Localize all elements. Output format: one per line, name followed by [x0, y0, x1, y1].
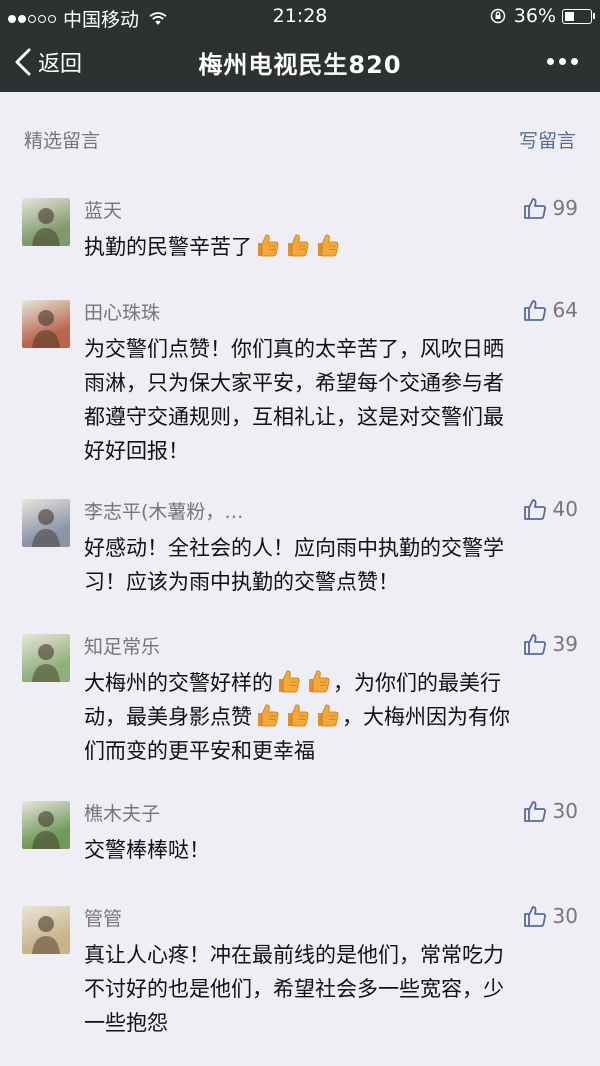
avatar-person-icon: [32, 310, 60, 348]
like-count: 39: [552, 632, 578, 656]
like-count: 99: [552, 196, 578, 220]
status-bar: 中国移动 21:28 36%: [0, 0, 600, 32]
thumbs-up-emoji-icon: [318, 704, 339, 727]
like-button[interactable]: 40: [523, 497, 578, 521]
thumbs-up-emoji-icon: [258, 704, 279, 727]
avatar[interactable]: [22, 634, 70, 682]
comment-text: 执勤的民警辛苦了: [84, 230, 584, 264]
avatar[interactable]: [22, 499, 70, 547]
more-dot-icon: [547, 58, 554, 65]
comment-text: 为交警们点赞！你们真的太辛苦了，风吹日晒 雨淋，只为保大家平安，希望每个交通参与…: [84, 332, 584, 468]
more-dot-icon: [559, 58, 566, 65]
avatar-person-icon: [32, 208, 60, 246]
thumbs-up-outline-icon: [523, 300, 546, 321]
avatar[interactable]: [22, 801, 70, 849]
comment-text-body: 执勤的民警辛苦了: [84, 235, 252, 259]
comment-text: 真让人心疼！冲在最前线的是他们，常常吃力 不讨好的也是他们，希望社会多一些宽容，…: [84, 938, 584, 1040]
like-button[interactable]: 30: [523, 799, 578, 823]
rotation-lock-icon: [490, 8, 506, 24]
avatar[interactable]: [22, 906, 70, 954]
avatar-person-icon: [32, 644, 60, 682]
thumbs-up-emoji-icon: [318, 234, 339, 257]
comments-header: 精选留言 写留言: [24, 126, 576, 153]
commenter-name: 田心珠珠: [84, 302, 161, 324]
commenter-name: 知足常乐: [84, 636, 161, 658]
like-count: 40: [552, 497, 578, 521]
avatar-person-icon: [32, 916, 60, 954]
thumbs-up-outline-icon: [523, 634, 546, 655]
thumbs-up-outline-icon: [523, 801, 546, 822]
avatar[interactable]: [22, 300, 70, 348]
like-count: 64: [552, 298, 578, 322]
thumbs-up-emoji-icon: [279, 670, 300, 693]
thumbs-up-outline-icon: [523, 499, 546, 520]
comment-text-body: 为交警们点赞！你们真的太辛苦了，风吹日晒 雨淋，只为保大家平安，希望每个交通参与…: [84, 337, 504, 463]
like-button[interactable]: 39: [523, 632, 578, 656]
avatar[interactable]: [22, 198, 70, 246]
write-comment-link[interactable]: 写留言: [519, 126, 576, 153]
comment-text: 大梅州的交警好样的 ，为你们的最美行 动，最美身影点赞 ，大梅州因为有你 们而变的更…: [84, 666, 584, 768]
like-count: 30: [552, 904, 578, 928]
status-right: 36%: [490, 5, 595, 27]
featured-comments-label: 精选留言: [24, 130, 101, 152]
like-button[interactable]: 99: [523, 196, 578, 220]
like-count: 30: [552, 799, 578, 823]
thumbs-up-outline-icon: [523, 906, 546, 927]
comment-text: 好感动！全社会的人！应向雨中执勤的交警学 习！应该为雨中执勤的交警点赞！: [84, 531, 584, 599]
like-button[interactable]: 64: [523, 298, 578, 322]
like-button[interactable]: 30: [523, 904, 578, 928]
avatar-person-icon: [32, 811, 60, 849]
comment-text: 交警棒棒哒！: [84, 833, 584, 867]
comment-text-part: 大梅州的交警好样的: [84, 671, 273, 695]
thumbs-up-outline-icon: [523, 198, 546, 219]
avatar-person-icon: [32, 509, 60, 547]
page-title: 梅州电视民生820: [198, 51, 402, 79]
more-dot-icon: [571, 58, 578, 65]
thumbs-up-emoji-icon: [309, 670, 330, 693]
commenter-name: 管管: [84, 908, 123, 930]
thumbs-up-emoji-icon: [288, 234, 309, 257]
nav-bar: 返回 梅州电视民生820: [0, 32, 600, 92]
commenter-name: 蓝天: [84, 200, 123, 222]
commenter-name: 樵木夫子: [84, 803, 161, 825]
battery-icon: [562, 8, 595, 24]
commenter-name: 李志平(木薯粉，…: [84, 501, 244, 523]
comment-text-body: 真让人心疼！冲在最前线的是他们，常常吃力 不讨好的也是他们，希望社会多一些宽容，…: [84, 943, 504, 1035]
thumbs-up-emoji-icon: [258, 234, 279, 257]
comment-text-body: 交警棒棒哒！: [84, 838, 210, 862]
battery-percent: 36%: [513, 5, 556, 27]
comment-text-body: 好感动！全社会的人！应向雨中执勤的交警学 习！应该为雨中执勤的交警点赞！: [84, 536, 504, 594]
more-button[interactable]: [542, 58, 578, 65]
thumbs-up-emoji-icon: [288, 704, 309, 727]
